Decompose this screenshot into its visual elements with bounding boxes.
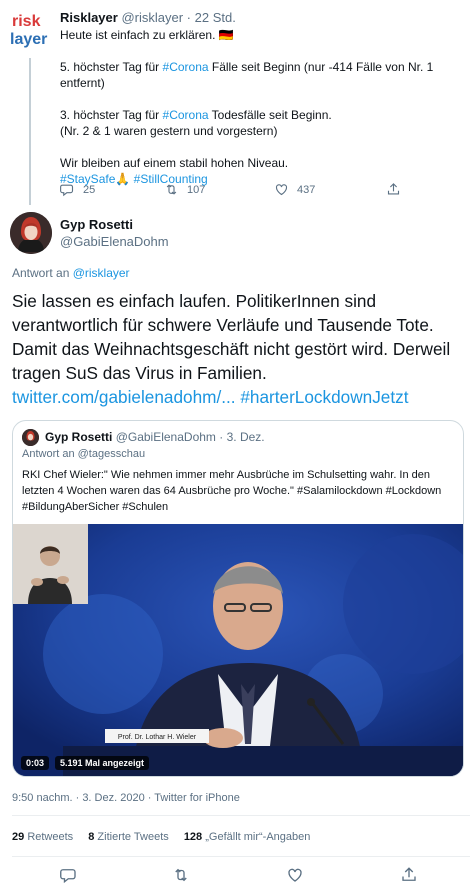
quoted-reply-to: Antwort an @tagesschau: [22, 448, 146, 460]
separator-dot: ·: [186, 10, 192, 25]
author-avatar[interactable]: [10, 212, 52, 254]
text-line: 3. höchster Tag für #Corona Todesfälle s…: [60, 108, 332, 122]
hashtag-corona[interactable]: #Corona: [163, 60, 209, 74]
risklayer-avatar[interactable]: risk layer: [10, 10, 52, 52]
text-line: 5. höchster Tag für #Corona Fälle seit B…: [60, 60, 434, 90]
share-icon[interactable]: [400, 866, 418, 884]
share-icon: [387, 183, 400, 195]
text-line: Wir bleiben auf einem stabil hohen Nivea…: [60, 156, 289, 170]
quoted-tweet-header: Gyp Rosetti @GabiElenaDohm · 3. Dez.: [45, 430, 265, 444]
author-handle[interactable]: @risklayer: [121, 10, 183, 25]
parent-tweet[interactable]: risk layer Risklayer @risklayer · 22 Std…: [0, 0, 470, 205]
thread-connector-line: [29, 58, 31, 205]
main-tweet-actions: [0, 866, 470, 888]
retweet-button[interactable]: 107: [164, 182, 205, 197]
author-name[interactable]: Gyp Rosetti: [60, 217, 133, 232]
divider: [12, 856, 470, 857]
tweet-link[interactable]: twitter.com/gabielenadohm/...: [12, 387, 236, 407]
quote-tweets-label[interactable]: Zitierte Tweets: [97, 831, 168, 843]
like-icon: [275, 184, 288, 196]
hashtag-harterlockdownjetzt[interactable]: #harterLockdownJetzt: [240, 387, 408, 407]
reply-button[interactable]: 25: [60, 182, 95, 197]
video-duration-badge: 0:03: [21, 756, 50, 770]
reply-to-line: Antwort an @risklayer: [12, 266, 130, 280]
reply-icon[interactable]: [60, 866, 78, 884]
likes-count[interactable]: 128: [184, 831, 202, 843]
quoted-author-handle: @GabiElenaDohm: [115, 430, 216, 444]
video-player[interactable]: Prof. Dr. Lothar H. Wieler 0:03 5.191 Ma…: [13, 524, 463, 776]
like-button[interactable]: 437: [274, 182, 315, 197]
likes-label[interactable]: „Gefällt mir“-Angaben: [205, 831, 310, 843]
quoted-tweet-text: RKI Chef Wieler:" Wie nehmen immer mehr …: [22, 469, 442, 513]
retweet-icon: [166, 184, 177, 195]
parent-tweet-header: Risklayer @risklayer · 22 Std.: [60, 10, 236, 25]
text-line: Heute ist einfach zu erklären. 🇩🇪: [60, 28, 234, 42]
retweet-icon[interactable]: [172, 866, 190, 884]
like-icon[interactable]: [286, 866, 304, 884]
quoted-author-avatar: [22, 429, 39, 446]
logo-text-bottom: layer: [10, 31, 48, 48]
tweet-time[interactable]: 22 Std.: [195, 10, 236, 25]
tweet-stats: 29 Retweets 8 Zitierte Tweets 128 „Gefäl…: [12, 831, 310, 843]
quote-tweets-count[interactable]: 8: [88, 831, 94, 843]
like-count: 437: [297, 183, 316, 196]
tweet-timestamp[interactable]: 9:50 nachm. · 3. Dez. 2020 · Twitter for…: [12, 792, 240, 804]
video-views-badge: 5.191 Mal angezeigt: [55, 756, 150, 770]
tweet-text: Sie lassen es einfach laufen. PolitikerI…: [12, 289, 464, 409]
quoted-tweet-card[interactable]: Gyp Rosetti @GabiElenaDohm · 3. Dez. Ant…: [12, 420, 464, 777]
reply-count: 25: [83, 183, 96, 196]
retweets-label[interactable]: Retweets: [27, 831, 73, 843]
hashtag-corona[interactable]: #Corona: [163, 108, 209, 122]
retweets-count[interactable]: 29: [12, 831, 24, 843]
share-button[interactable]: [386, 182, 401, 197]
reply-to-prefix: Antwort an: [12, 266, 73, 280]
tweet-body: Sie lassen es einfach laufen. PolitikerI…: [12, 291, 451, 383]
reply-icon: [60, 184, 74, 197]
quoted-author-name: Gyp Rosetti: [45, 430, 113, 444]
divider: [12, 815, 470, 816]
retweet-count: 107: [187, 183, 206, 196]
separator-dot: ·: [219, 430, 224, 444]
pray-emoji: 🙏: [115, 172, 131, 186]
logo-text-top: risk: [12, 13, 41, 30]
author-handle[interactable]: @GabiElenaDohm: [60, 234, 169, 249]
reply-to-handle[interactable]: @risklayer: [73, 266, 130, 280]
quoted-date: 3. Dez.: [226, 430, 265, 444]
parent-tweet-text: Heute ist einfach zu erklären. 🇩🇪 5. höc…: [60, 27, 460, 187]
text-line: (Nr. 2 & 1 waren gestern und vorgestern): [60, 124, 278, 138]
nameplate-text: Prof. Dr. Lothar H. Wieler: [118, 734, 197, 741]
author-name[interactable]: Risklayer: [60, 10, 118, 25]
video-frame: Prof. Dr. Lothar H. Wieler: [13, 524, 463, 776]
